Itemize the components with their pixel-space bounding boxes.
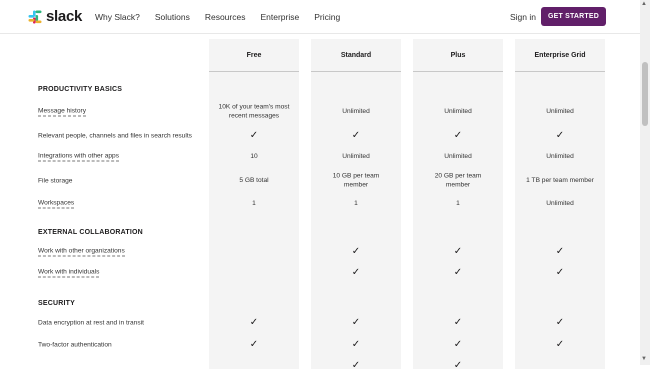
check-icon: ✓ [453, 246, 463, 257]
cell-free: 1 [252, 199, 256, 207]
cell-enterprise: Unlimited [546, 107, 574, 115]
top-nav: slack Why Slack? Solutions Resources Ent… [0, 0, 640, 34]
check-icon: ✓ [453, 339, 463, 350]
cell-plus: Unlimited [444, 152, 472, 160]
nav-link-enterprise[interactable]: Enterprise [260, 12, 299, 22]
plan-header-enterprise-grid: Enterprise Grid [515, 39, 605, 72]
check-icon: ✓ [351, 339, 361, 350]
check-icon: ✓ [351, 360, 361, 371]
check-icon: ✓ [555, 317, 565, 328]
section-productivity-basics: PRODUCTIVITY BASICS [38, 86, 123, 93]
feature-integrations[interactable]: Integrations with other apps [38, 153, 120, 162]
feature-two-factor: Two-factor authentication [38, 341, 112, 349]
cell-free: 10 [250, 152, 258, 160]
signin-link[interactable]: Sign in [510, 12, 536, 22]
section-external-collaboration: EXTERNAL COLLABORATION [38, 229, 143, 236]
check-icon: ✓ [555, 267, 565, 278]
slack-hash-icon [28, 10, 42, 23]
slack-logo[interactable]: slack [28, 8, 83, 25]
check-icon: ✓ [555, 130, 565, 141]
cell-standard: Unlimited [342, 152, 370, 160]
check-icon: ✓ [351, 267, 361, 278]
check-icon: ✓ [351, 130, 361, 141]
feature-search-results: Relevant people, channels and files in s… [38, 132, 192, 140]
scroll-up-arrow-icon[interactable]: ▲ [641, 1, 647, 7]
check-icon: ✓ [249, 317, 259, 328]
check-icon: ✓ [249, 130, 259, 141]
scrollbar[interactable] [640, 0, 650, 365]
nav-link-pricing[interactable]: Pricing [314, 12, 340, 22]
plan-header-free: Free [209, 39, 299, 72]
plan-header-plus: Plus [413, 39, 503, 72]
feature-individuals[interactable]: Work with individuals [38, 269, 100, 278]
check-icon: ✓ [351, 246, 361, 257]
cell-standard: 1 [354, 199, 358, 207]
section-security: SECURITY [38, 300, 75, 307]
plan-header-standard: Standard [311, 39, 401, 72]
scrollbar-thumb[interactable] [642, 62, 648, 126]
nav-links: Why Slack? Solutions Resources Enterpris… [95, 12, 355, 22]
check-icon: ✓ [555, 339, 565, 350]
feature-data-encryption: Data encryption at rest and in transit [38, 319, 144, 327]
cell-enterprise: Unlimited [546, 152, 574, 160]
cell-plus: 1 [456, 199, 460, 207]
get-started-button[interactable]: GET STARTED [541, 7, 606, 26]
cell-enterprise: 1 TB per team member [526, 176, 594, 184]
check-icon: ✓ [555, 246, 565, 257]
cell-standard: Unlimited [342, 107, 370, 115]
cell-free: 5 GB total [239, 176, 269, 184]
cell-plus: Unlimited [444, 107, 472, 115]
check-icon: ✓ [453, 317, 463, 328]
feature-workspaces[interactable]: Workspaces [38, 200, 75, 209]
nav-link-solutions[interactable]: Solutions [155, 12, 190, 22]
cell-free: 10K of your team's most recent messages [218, 103, 290, 120]
logo-text: slack [46, 8, 83, 25]
feature-message-history[interactable]: Message history [38, 108, 87, 117]
feature-other-organizations[interactable]: Work with other organizations [38, 248, 125, 257]
cell-enterprise: Unlimited [546, 199, 574, 207]
cell-plus: 20 GB per team member [434, 172, 482, 189]
check-icon: ✓ [351, 317, 361, 328]
cell-standard: 10 GB per team member [332, 172, 380, 189]
check-icon: ✓ [453, 360, 463, 371]
nav-link-resources[interactable]: Resources [205, 12, 246, 22]
nav-link-why-slack[interactable]: Why Slack? [95, 12, 140, 22]
scroll-down-arrow-icon[interactable]: ▼ [641, 356, 647, 362]
check-icon: ✓ [453, 267, 463, 278]
feature-file-storage: File storage [38, 177, 73, 185]
check-icon: ✓ [453, 130, 463, 141]
check-icon: ✓ [249, 339, 259, 350]
